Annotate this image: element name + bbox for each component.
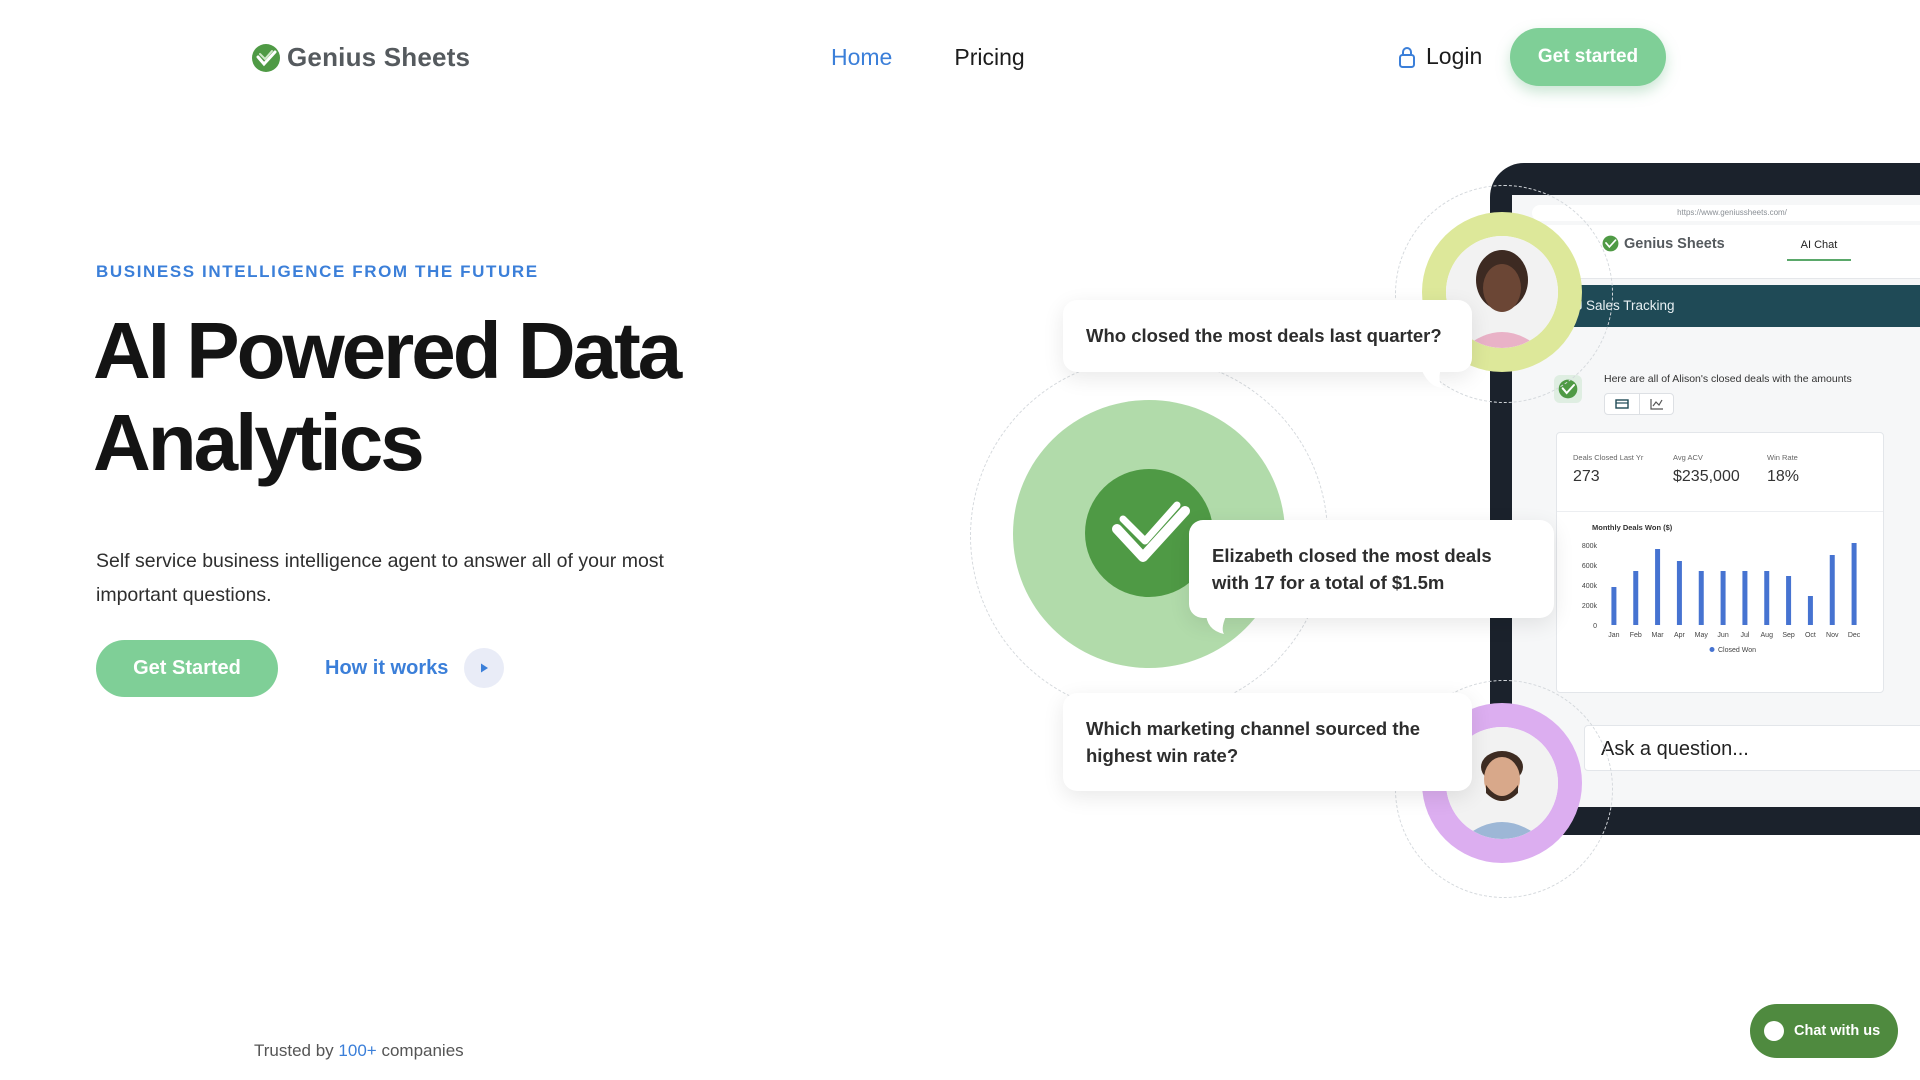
- y-tick-label: 800k: [1582, 543, 1598, 550]
- genius-sheets-logo-icon: [1602, 235, 1619, 252]
- legend-label: Closed Won: [1718, 647, 1756, 654]
- trusted-count: 100+: [338, 1041, 377, 1060]
- login-label: Login: [1426, 43, 1483, 69]
- monthly-deals-chart: 800k 600k 400k 200k 0 Jan Feb Mar Apr May Jun Jul Au…: [1582, 543, 1861, 654]
- y-tick-label: 0: [1593, 623, 1597, 630]
- analytics-card: Deals Closed Last Yr 273 Avg ACV $235,00…: [1556, 432, 1884, 693]
- kpi-label: Avg ACV: [1673, 453, 1703, 462]
- get-started-hero-button[interactable]: Get Started: [96, 640, 278, 697]
- x-tick-label: Oct: [1805, 632, 1816, 639]
- bar-oct: [1807, 596, 1813, 625]
- trusted-prefix: Trusted by: [254, 1041, 334, 1060]
- x-tick-label: Feb: [1630, 632, 1642, 639]
- kpi-deals-closed: Deals Closed Last Yr 273: [1573, 453, 1643, 486]
- nav-link-home[interactable]: Home: [831, 44, 892, 71]
- kpi-label: Deals Closed Last Yr: [1573, 453, 1644, 462]
- hero-title: AI Powered Data Analytics: [93, 305, 733, 489]
- bar-jul: [1742, 571, 1748, 625]
- how-it-works-link[interactable]: How it works: [325, 648, 505, 688]
- hero-title-line-1: AI Powered Data: [93, 306, 682, 395]
- kpi-label: Win Rate: [1767, 453, 1798, 462]
- chart-view-icon[interactable]: [1639, 394, 1673, 414]
- genius-sheets-logo-icon: [252, 43, 280, 72]
- trusted-suffix: companies: [381, 1041, 464, 1060]
- x-tick-label: Nov: [1826, 632, 1839, 639]
- trusted-by-text: Trusted by 100+ companies: [254, 1041, 464, 1061]
- kpi-value: 18%: [1767, 468, 1800, 485]
- tab-ai-chat[interactable]: AI Chat: [1787, 239, 1851, 261]
- bar-jun: [1720, 571, 1726, 625]
- bar-apr: [1676, 561, 1682, 625]
- get-started-nav-button[interactable]: Get started: [1510, 28, 1666, 86]
- bot-message: Here are all of Alison's closed deals wi…: [1604, 373, 1852, 385]
- bar-jan: [1611, 587, 1617, 625]
- chat-with-us-label: Chat with us: [1794, 1023, 1881, 1039]
- brand-name: Genius Sheets: [287, 42, 471, 72]
- kpi-value: 273: [1573, 468, 1600, 485]
- y-tick-label: 400k: [1582, 583, 1598, 590]
- bar-dec: [1851, 543, 1857, 625]
- divider: [1557, 511, 1883, 512]
- lock-icon: [1399, 46, 1415, 68]
- kpi-win-rate: Win Rate 18%: [1767, 453, 1799, 486]
- play-icon: [464, 648, 505, 688]
- x-tick-label: Jun: [1717, 632, 1728, 639]
- table-view-icon[interactable]: [1605, 394, 1639, 414]
- y-tick-label: 200k: [1582, 603, 1598, 610]
- x-tick-label: Jul: [1740, 632, 1749, 639]
- bubble-tail: [1206, 612, 1228, 634]
- bar-aug: [1764, 571, 1770, 625]
- nav-links: Home Pricing: [831, 44, 1025, 71]
- top-nav: Genius Sheets Home Pricing Login Get sta…: [0, 0, 1920, 116]
- login-link[interactable]: Login: [1398, 43, 1482, 70]
- answer-bubble: Elizabeth closed the most deals with 17 …: [1189, 520, 1554, 618]
- bar-may: [1698, 571, 1704, 625]
- bar-sep: [1786, 576, 1792, 625]
- x-tick-label: Dec: [1848, 632, 1861, 639]
- app-brand-name: Genius Sheets: [1624, 235, 1725, 252]
- bubble-tail: [1420, 366, 1444, 388]
- nav-link-pricing[interactable]: Pricing: [954, 44, 1024, 71]
- chat-bubble-icon: [1764, 1021, 1784, 1041]
- hero-title-line-2: Analytics: [93, 398, 425, 487]
- view-toggle-group: [1604, 393, 1674, 415]
- ask-question-input[interactable]: Ask a question...: [1584, 725, 1920, 771]
- url-bar: https://www.geniussheets.com/: [1532, 205, 1920, 221]
- app-logo: Genius Sheets: [1602, 235, 1725, 252]
- hero-subtitle: Self service business intelligence agent…: [96, 550, 664, 606]
- x-tick-label: Mar: [1652, 632, 1665, 639]
- kpi-value: $235,000: [1673, 468, 1740, 485]
- bar-feb: [1633, 571, 1639, 625]
- brand-logo[interactable]: Genius Sheets: [251, 42, 470, 73]
- bar-nov: [1829, 555, 1835, 625]
- y-tick-label: 600k: [1582, 563, 1598, 570]
- x-tick-label: May: [1695, 632, 1709, 639]
- how-it-works-label: How it works: [325, 656, 449, 679]
- legend-marker: [1709, 647, 1715, 652]
- x-tick-label: Jan: [1608, 632, 1619, 639]
- bar-mar: [1655, 549, 1661, 625]
- x-tick-label: Sep: [1782, 632, 1795, 639]
- x-tick-label: Aug: [1761, 632, 1774, 639]
- hero-eyebrow: BUSINESS INTELLIGENCE FROM THE FUTURE: [96, 262, 539, 281]
- question-bubble-1: Who closed the most deals last quarter?: [1063, 300, 1472, 372]
- x-tick-label: Apr: [1674, 632, 1686, 639]
- chat-with-us-button[interactable]: Chat with us: [1750, 1004, 1898, 1058]
- chart-title: Monthly Deals Won ($): [1592, 523, 1673, 532]
- kpi-avg-acv: Avg ACV $235,000: [1673, 453, 1740, 486]
- question-bubble-2: Which marketing channel sourced the high…: [1063, 693, 1472, 791]
